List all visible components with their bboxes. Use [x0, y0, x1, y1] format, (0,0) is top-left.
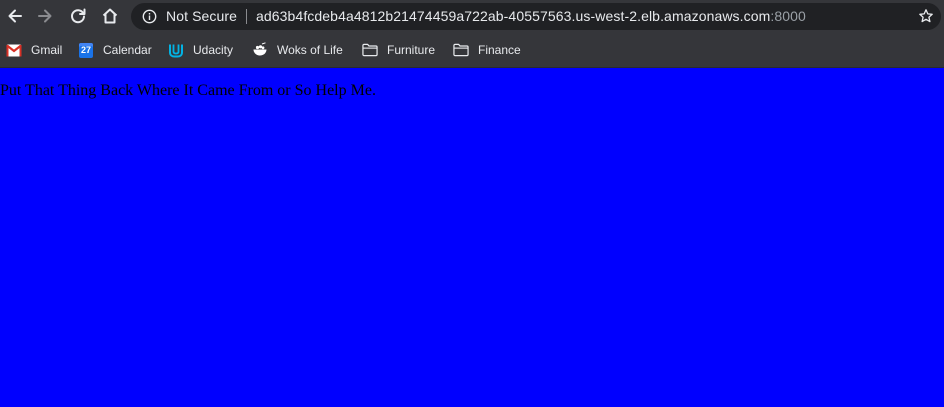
folder-icon [362, 42, 378, 58]
bookmark-label: Udacity [193, 43, 234, 57]
home-icon [102, 8, 118, 24]
folder-icon [453, 42, 469, 58]
bookmark-calendar[interactable]: 27 Calendar [78, 39, 152, 61]
bookmarks-bar: Gmail 27 Calendar Udacity Woks of Life F… [0, 33, 944, 68]
calendar-icon: 27 [78, 42, 94, 58]
bookmark-label: Gmail [31, 43, 63, 57]
url-port: :8000 [770, 8, 806, 24]
bookmark-udacity[interactable]: Udacity [168, 39, 233, 61]
url-text[interactable]: ad63b4fcdeb4a4812b21474459a722ab-4055756… [256, 8, 806, 24]
page-body-text: Put That Thing Back Where It Came From o… [0, 82, 376, 99]
bookmark-folder-finance[interactable]: Finance [453, 39, 521, 61]
bowl-icon [252, 42, 268, 58]
gmail-icon [6, 42, 22, 58]
arrow-right-icon [38, 9, 52, 23]
page-viewport: Put That Thing Back Where It Came From o… [0, 68, 944, 407]
bookmark-gmail[interactable]: Gmail [6, 39, 62, 61]
address-bar[interactable]: Not Secure ad63b4fcdeb4a4812b21474459a72… [131, 3, 941, 30]
home-button[interactable] [98, 4, 122, 28]
omnibox-divider [246, 9, 247, 24]
browser-toolbar: Not Secure ad63b4fcdeb4a4812b21474459a72… [0, 0, 944, 33]
bookmark-folder-furniture[interactable]: Furniture [362, 39, 435, 61]
info-circle-icon[interactable] [142, 9, 157, 24]
browser-window: Not Secure ad63b4fcdeb4a4812b21474459a72… [0, 0, 944, 407]
reload-button[interactable] [66, 4, 90, 28]
bookmark-label: Calendar [103, 43, 152, 57]
security-status-label[interactable]: Not Secure [166, 8, 237, 24]
forward-button[interactable] [33, 4, 57, 28]
arrow-left-icon [8, 9, 22, 23]
back-button[interactable] [3, 4, 27, 28]
url-host: ad63b4fcdeb4a4812b21474459a722ab-4055756… [256, 8, 771, 24]
bookmark-label: Woks of Life [277, 43, 343, 57]
bookmark-label: Furniture [387, 43, 436, 57]
calendar-day: 27 [79, 42, 93, 58]
bookmark-woks-of-life[interactable]: Woks of Life [252, 39, 343, 61]
star-icon[interactable] [918, 8, 934, 24]
reload-icon [71, 8, 86, 24]
bookmark-label: Finance [478, 43, 521, 57]
udacity-icon [168, 42, 184, 58]
